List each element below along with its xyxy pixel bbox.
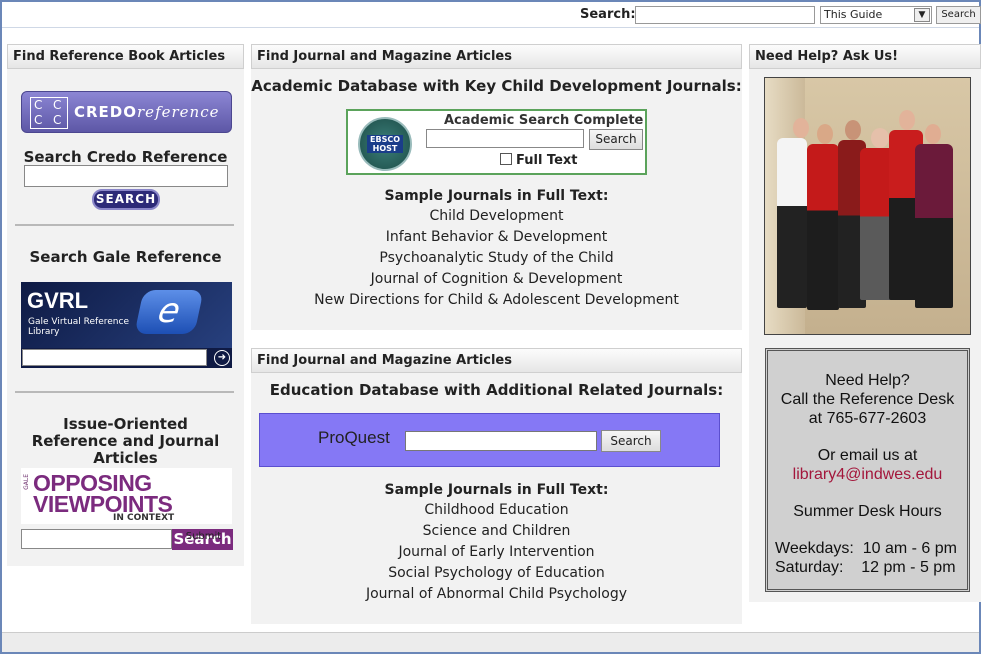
phone-number: at 765-677-2603 (808, 410, 927, 427)
opposing-viewpoints-title: Issue-Oriented Reference and Journal Art… (31, 415, 220, 467)
ebsco-database-title: Academic Search Complete (444, 113, 644, 128)
credo-search-input[interactable] (24, 165, 228, 187)
opposing-viewpoints-search-input[interactable] (21, 529, 172, 549)
academic-database-panel: Find Journal and Magazine Articles Acade… (251, 44, 742, 330)
ebsco-search-button[interactable]: Search (589, 129, 643, 150)
gvrl-logo[interactable]: GVRL Gale Virtual Reference Library e (21, 282, 232, 348)
help-line: Or email us at (817, 447, 918, 464)
academic-journals-list: Sample Journals in Full Text: Child Deve… (251, 188, 742, 311)
journal-link[interactable]: Journal of Early Intervention (251, 542, 742, 563)
ebsco-host-logo[interactable]: EBSCO HOST (358, 117, 412, 171)
opposing-viewpoints-search-button[interactable]: Submit Query Search (172, 529, 233, 550)
education-database-subtitle: Education Database with Additional Relat… (269, 381, 724, 399)
journals-heading: Sample Journals in Full Text: (384, 188, 609, 204)
top-search-bar: Search: This Guide ▼ Search (2, 2, 981, 28)
divider (15, 391, 234, 393)
help-info-box: Need Help? Call the Reference Desk at 76… (765, 348, 970, 592)
education-database-panel: Find Journal and Magazine Articles Educa… (251, 348, 742, 624)
go-icon[interactable]: ➜ (214, 350, 230, 366)
staff-photo (764, 77, 971, 335)
academic-database-subtitle: Academic Database with Key Child Develop… (251, 77, 742, 95)
divider (15, 224, 234, 226)
credo-logo-text: CREDOreference (74, 103, 220, 121)
journal-link[interactable]: Social Psychology of Education (251, 563, 742, 584)
reference-books-column: Find Reference Book Articles C C C C CRE… (7, 44, 244, 566)
proquest-logo[interactable]: ProQuest (318, 428, 390, 448)
guide-search-button[interactable]: Search (936, 6, 981, 24)
ebsco-search-box: EBSCO HOST Academic Search Complete Sear… (346, 109, 647, 175)
journal-link[interactable]: Science and Children (251, 521, 742, 542)
journal-link[interactable]: Psychoanalytic Study of the Child (251, 248, 742, 269)
gvrl-search-input[interactable] (22, 349, 207, 366)
journal-link[interactable]: Child Development (251, 206, 742, 227)
full-text-label: Full Text (516, 153, 578, 168)
journal-link[interactable]: New Directions for Child & Adolescent De… (251, 290, 742, 311)
guide-search-input[interactable] (635, 6, 815, 24)
credo-mark-icon: C C C C (30, 97, 68, 129)
saturday-hours: Saturday: 12 pm - 5 pm (775, 559, 956, 576)
proquest-search-input[interactable] (405, 431, 597, 451)
search-scope-select[interactable]: This Guide ▼ (820, 6, 932, 24)
gale-search-title: Search Gale Reference (29, 248, 222, 266)
gvrl-search-bar: ➜ (21, 348, 232, 368)
journals-heading: Sample Journals in Full Text: (384, 482, 609, 498)
ebsco-search-input[interactable] (426, 129, 584, 148)
credo-search-button[interactable]: SEARCH (92, 189, 160, 210)
credo-reference-logo[interactable]: C C C C CREDOreference (21, 91, 232, 133)
opposing-viewpoints-search-bar: Submit Query Search (21, 529, 233, 550)
journal-link[interactable]: Childhood Education (251, 500, 742, 521)
journal-link[interactable]: Journal of Abnormal Child Psychology (251, 584, 742, 605)
opposing-viewpoints-logo[interactable]: GALE OPPOSING VIEWPOINTS IN CONTEXT (21, 468, 232, 524)
proquest-search-box: ProQuest Search (259, 413, 720, 467)
journal-link[interactable]: Journal of Cognition & Development (251, 269, 742, 290)
help-line: Call the Reference Desk (780, 391, 955, 408)
help-header: Need Help? Ask Us! (749, 44, 981, 69)
journal-link[interactable]: Infant Behavior & Development (251, 227, 742, 248)
journal-articles-header: Find Journal and Magazine Articles (251, 44, 742, 69)
full-text-checkbox[interactable] (500, 153, 512, 165)
gvrl-e-icon: e (134, 290, 204, 334)
browser-frame: Search: This Guide ▼ Search Find Referen… (0, 0, 981, 654)
proquest-search-button[interactable]: Search (601, 430, 661, 452)
search-scope-value: This Guide (824, 8, 883, 21)
status-bar (2, 632, 979, 652)
search-label: Search: (580, 7, 636, 22)
weekday-hours: Weekdays: 10 am - 6 pm (775, 540, 957, 557)
help-column: Need Help? Ask Us! Need Help? Call the R… (749, 44, 981, 602)
email-link[interactable]: library4@indwes.edu (768, 465, 967, 484)
credo-search-title: Search Credo Reference (23, 148, 228, 166)
desk-hours-title: Summer Desk Hours (793, 503, 942, 520)
chevron-down-icon: ▼ (914, 8, 930, 22)
journal-articles-header: Find Journal and Magazine Articles (251, 348, 742, 373)
education-journals-list: Sample Journals in Full Text: Childhood … (251, 482, 742, 605)
help-line: Need Help? (825, 372, 910, 389)
reference-books-header: Find Reference Book Articles (7, 44, 244, 69)
